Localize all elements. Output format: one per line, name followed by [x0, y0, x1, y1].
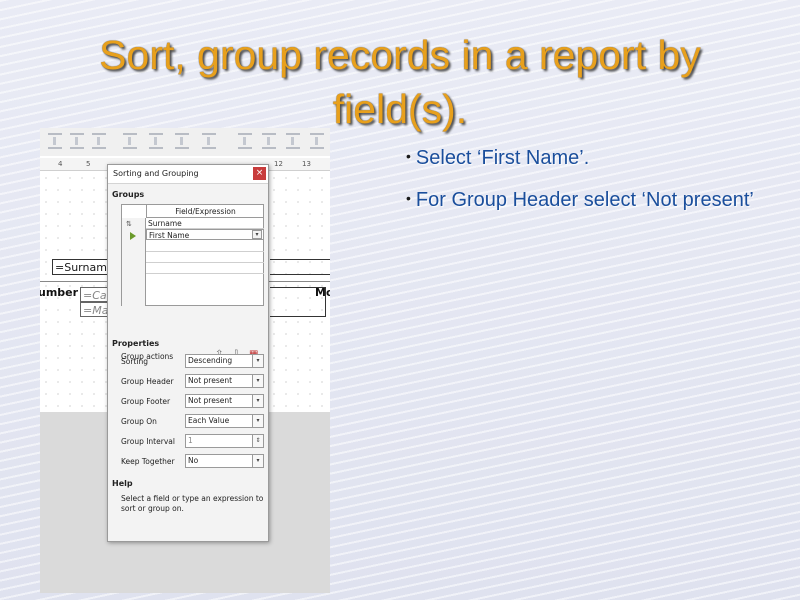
group-row-selected[interactable]: First Name ▾ [146, 229, 264, 240]
bullet-item: • Select ‘First Name’. [406, 143, 766, 171]
ruler-tick: 12 [274, 160, 283, 168]
group-on-label: Group On [121, 417, 157, 426]
group-footer-value: Not present [188, 396, 233, 405]
keep-together-label: Keep Together [121, 457, 175, 466]
ruler-tick: 13 [302, 160, 311, 168]
right-field-box[interactable] [270, 287, 326, 317]
chevron-down-icon[interactable]: ▾ [252, 395, 263, 407]
chevron-down-icon[interactable]: ▾ [252, 355, 263, 367]
align-middle-icon[interactable] [70, 133, 84, 149]
group-header-label: Group Header [121, 377, 174, 386]
align-section-center-icon[interactable] [262, 133, 276, 149]
spin-arrows-icon[interactable]: ⇕ [252, 435, 263, 447]
bullet-dot-icon: • [406, 148, 411, 164]
slide-title: Sort, group records in a report by field… [99, 32, 701, 132]
surname-field[interactable]: =Surname [52, 259, 114, 275]
chevron-down-icon[interactable]: ▾ [252, 230, 262, 239]
chevron-down-icon[interactable]: ▾ [252, 415, 263, 427]
align-top-edge-icon[interactable] [175, 133, 189, 149]
help-text: Select a field or type an expression to … [121, 494, 264, 513]
column-header: Field/Expression [146, 205, 264, 218]
properties-heading: Properties [112, 339, 160, 348]
align-section-right-icon[interactable] [286, 133, 300, 149]
sorting-grouping-dialog: Sorting and Grouping × Groups Field/Expr… [107, 164, 269, 542]
group-header-value: Not present [188, 376, 233, 385]
row-selector-column: ⇅ [122, 218, 146, 306]
keep-together-value: No [188, 456, 199, 465]
dialog-title: Sorting and Grouping [113, 169, 199, 178]
empty-group-row[interactable] [146, 252, 264, 263]
align-section-top-icon[interactable] [310, 133, 324, 149]
group-on-select[interactable]: Each Value ▾ [185, 414, 264, 428]
align-top-icon[interactable] [48, 133, 62, 149]
current-row-arrow-icon [130, 232, 136, 240]
number-label: umber [40, 286, 79, 299]
bullet-text: Select ‘First Name’. [415, 147, 590, 169]
ruler-tick: 4 [58, 160, 63, 168]
align-center-icon[interactable] [149, 133, 163, 149]
bullet-dot-icon: • [406, 190, 411, 206]
help-heading: Help [112, 479, 133, 488]
empty-group-row[interactable] [146, 263, 264, 274]
align-section-left-icon[interactable] [238, 133, 252, 149]
align-bottom-icon[interactable] [92, 133, 106, 149]
group-interval-spinner[interactable]: 1 ⇕ [185, 434, 264, 448]
dialog-titlebar[interactable]: Sorting and Grouping × [108, 165, 268, 184]
align-bottom-edge-icon[interactable] [202, 133, 216, 149]
group-interval-label: Group Interval [121, 437, 175, 446]
chevron-down-icon[interactable]: ▾ [252, 455, 263, 467]
align-left-icon[interactable] [123, 133, 137, 149]
empty-group-row[interactable] [146, 241, 264, 252]
groups-grid[interactable]: Field/Expression ⇅ Surname First Name ▾ [121, 204, 264, 306]
group-row-value: First Name [149, 231, 190, 240]
group-interval-value: 1 [188, 436, 193, 445]
bullet-list: • Select ‘First Name’. • For Group Header … [406, 143, 766, 227]
ruler-tick: 5 [86, 160, 91, 168]
groups-heading: Groups [112, 190, 145, 199]
chevron-down-icon[interactable]: ▾ [252, 375, 263, 387]
close-icon[interactable]: × [253, 167, 266, 180]
car-field[interactable]: =Car [80, 287, 111, 302]
sort-marker-icon: ⇅ [126, 220, 132, 228]
group-on-value: Each Value [188, 416, 230, 425]
sorting-label: Sorting [121, 357, 148, 366]
make-field[interactable]: =Mak [80, 302, 115, 317]
keep-together-select[interactable]: No ▾ [185, 454, 264, 468]
surname-field-right-edge [270, 259, 330, 275]
group-header-select[interactable]: Not present ▾ [185, 374, 264, 388]
sorting-select[interactable]: Descending ▾ [185, 354, 264, 368]
bullet-item: • For Group Header select ‘Not present’ [406, 185, 766, 213]
sorting-value: Descending [188, 356, 233, 365]
group-footer-label: Group Footer [121, 397, 171, 406]
bullet-text: For Group Header select ‘Not present’ [415, 189, 754, 211]
group-footer-select[interactable]: Not present ▾ [185, 394, 264, 408]
alignment-toolbar [40, 128, 330, 156]
group-row[interactable]: Surname [146, 218, 264, 229]
